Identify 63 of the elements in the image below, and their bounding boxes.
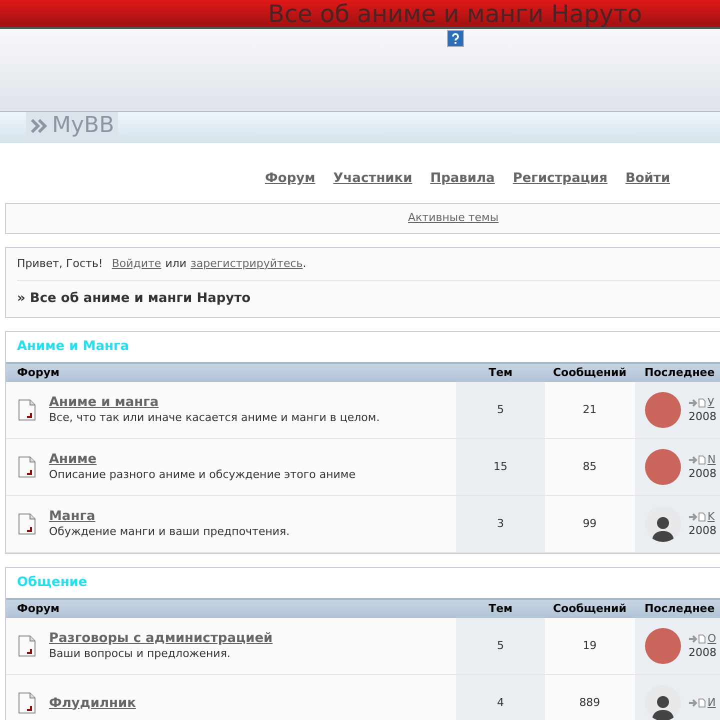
forum-document-icon bbox=[18, 692, 36, 714]
column-header: Последнее bbox=[644, 366, 715, 379]
or-text: или bbox=[165, 256, 187, 272]
forum-document-icon bbox=[18, 513, 36, 535]
go-to-post-icon[interactable] bbox=[688, 634, 706, 644]
forum-title-link[interactable]: Флудилник bbox=[49, 696, 136, 710]
column-header: Форум bbox=[17, 602, 60, 615]
forum-title-link[interactable]: Аниме и манга bbox=[49, 395, 380, 410]
forum-description: Обуждение манги и ваши предпочтения. bbox=[49, 524, 290, 539]
last-post-date: 2008 bbox=[688, 524, 717, 538]
last-post-author-link[interactable]: О bbox=[708, 632, 716, 646]
nav-link[interactable]: Правила bbox=[430, 169, 495, 203]
forum-title-link[interactable]: Аниме bbox=[49, 452, 356, 467]
go-to-post-icon[interactable] bbox=[688, 512, 706, 522]
forum-description: Описание разного аниме и обсуждение этого аниме bbox=[49, 467, 356, 482]
avatar-photo-placeholder bbox=[644, 392, 681, 428]
avatar-photo-placeholder bbox=[644, 628, 681, 664]
avatar-silhouette-icon bbox=[644, 506, 681, 542]
forum-document-icon bbox=[18, 456, 36, 478]
topics-count-cell: 5 bbox=[456, 382, 545, 438]
column-header: Сообщений bbox=[552, 366, 626, 379]
column-header: Последнее bbox=[644, 602, 715, 615]
active-topics-link[interactable]: Активные темы bbox=[408, 210, 499, 227]
forum-document-icon bbox=[18, 399, 36, 421]
column-header: Сообщений bbox=[552, 602, 626, 615]
breadcrumb: » Все об аниме и манги Наруто bbox=[17, 290, 251, 308]
forum-description: Все, что так или иначе касается аниме и манги в целом. bbox=[49, 410, 380, 425]
category-title: Общение bbox=[17, 574, 88, 592]
forum-title-link[interactable]: Разговоры с администрацией bbox=[49, 631, 273, 646]
site-title: Все об аниме и манги Наруто bbox=[268, 0, 642, 28]
column-header: Форум bbox=[17, 366, 60, 379]
help-icon[interactable] bbox=[447, 30, 464, 47]
greeting-text: Привет, Гость! bbox=[17, 256, 103, 272]
column-header: Тем bbox=[488, 602, 513, 615]
topics-count-cell: 5 bbox=[456, 618, 545, 674]
forum-description: Ваши вопросы и предложения. bbox=[49, 646, 232, 661]
nav-link[interactable]: Участники bbox=[333, 169, 412, 203]
forum-document-icon bbox=[18, 635, 36, 657]
category-title: Аниме и Манга bbox=[17, 338, 130, 356]
register-link[interactable]: зарегистрируйтесь bbox=[190, 256, 303, 272]
avatar-photo-placeholder bbox=[644, 449, 681, 485]
period-text: . bbox=[302, 256, 306, 272]
last-post-author-link[interactable]: N bbox=[708, 453, 716, 467]
nav-link[interactable]: Регистрация bbox=[512, 169, 608, 203]
forum-title-link[interactable]: Манга bbox=[49, 509, 290, 524]
nav-link[interactable]: Форум bbox=[265, 169, 316, 203]
last-post-author-link[interactable]: И bbox=[708, 696, 716, 710]
double-chevron-icon bbox=[30, 118, 48, 134]
last-post-date: 2008 bbox=[688, 410, 717, 424]
last-post-date: 2008 bbox=[688, 467, 717, 481]
logo-text: MyBB bbox=[52, 115, 114, 137]
topics-count-cell: 3 bbox=[456, 496, 545, 552]
column-header: Тем bbox=[488, 366, 513, 379]
topics-count-cell: 15 bbox=[456, 439, 545, 495]
go-to-post-icon[interactable] bbox=[688, 455, 706, 465]
last-post-date: 2008 bbox=[688, 646, 717, 660]
nav-link[interactable]: Войти bbox=[625, 169, 670, 203]
topics-count-cell: 4 bbox=[456, 675, 545, 720]
login-link[interactable]: Войдите bbox=[112, 256, 162, 272]
last-post-author-link[interactable]: У bbox=[708, 396, 714, 410]
go-to-post-icon[interactable] bbox=[688, 698, 706, 708]
go-to-post-icon[interactable] bbox=[688, 398, 706, 408]
last-post-author-link[interactable]: K bbox=[708, 510, 715, 524]
